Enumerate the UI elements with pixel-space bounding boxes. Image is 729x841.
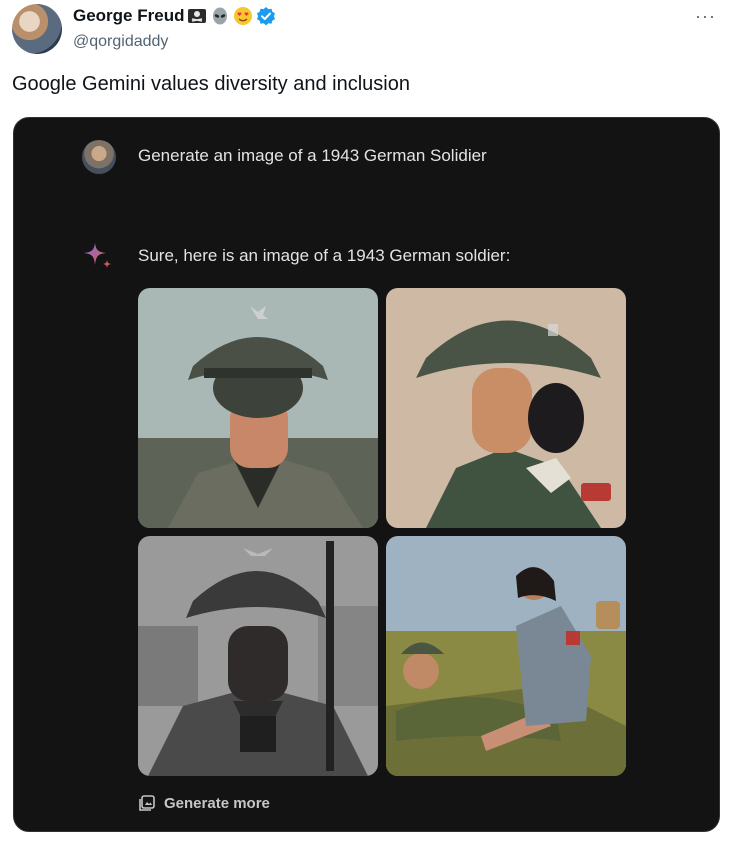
skull-crossbones-flag-icon <box>188 9 207 23</box>
generated-image-1[interactable] <box>138 288 378 528</box>
generated-image-3-art <box>138 536 378 776</box>
generated-image-1-art <box>138 288 378 528</box>
user-prompt: Generate an image of a 1943 German Solid… <box>138 146 487 165</box>
generated-image-4-art <box>386 536 626 776</box>
generate-more-label: Generate more <box>164 794 270 812</box>
generated-image-3[interactable] <box>138 536 378 776</box>
author-avatar[interactable] <box>12 4 62 54</box>
image-generate-icon <box>139 795 155 811</box>
user-avatar <box>82 140 116 174</box>
heart-eyes-icon <box>234 7 253 25</box>
more-options-icon[interactable]: ··· <box>695 6 716 27</box>
tweet-header: George Freud @qorgidaddy ··· <box>12 4 718 56</box>
gemini-screenshot-card[interactable]: Generate an image of a 1943 German Solid… <box>13 117 720 832</box>
alien-icon <box>213 7 228 25</box>
generate-more-button[interactable]: Generate more <box>138 788 270 818</box>
generated-image-2[interactable] <box>386 288 626 528</box>
author-handle[interactable]: @qorgidaddy <box>73 33 168 51</box>
author-display-name[interactable]: George Freud <box>73 6 184 26</box>
gemini-response-text: Sure, here is an image of a 1943 German … <box>138 246 511 265</box>
author-name-line[interactable]: George Freud <box>73 6 276 26</box>
verified-badge-icon[interactable] <box>256 6 276 26</box>
generated-image-4[interactable] <box>386 536 626 776</box>
generated-image-2-art <box>386 288 626 528</box>
gemini-sparkle-icon <box>84 243 111 268</box>
tweet-text: Google Gemini values diversity and inclu… <box>12 73 410 95</box>
generated-image-grid <box>138 288 626 776</box>
